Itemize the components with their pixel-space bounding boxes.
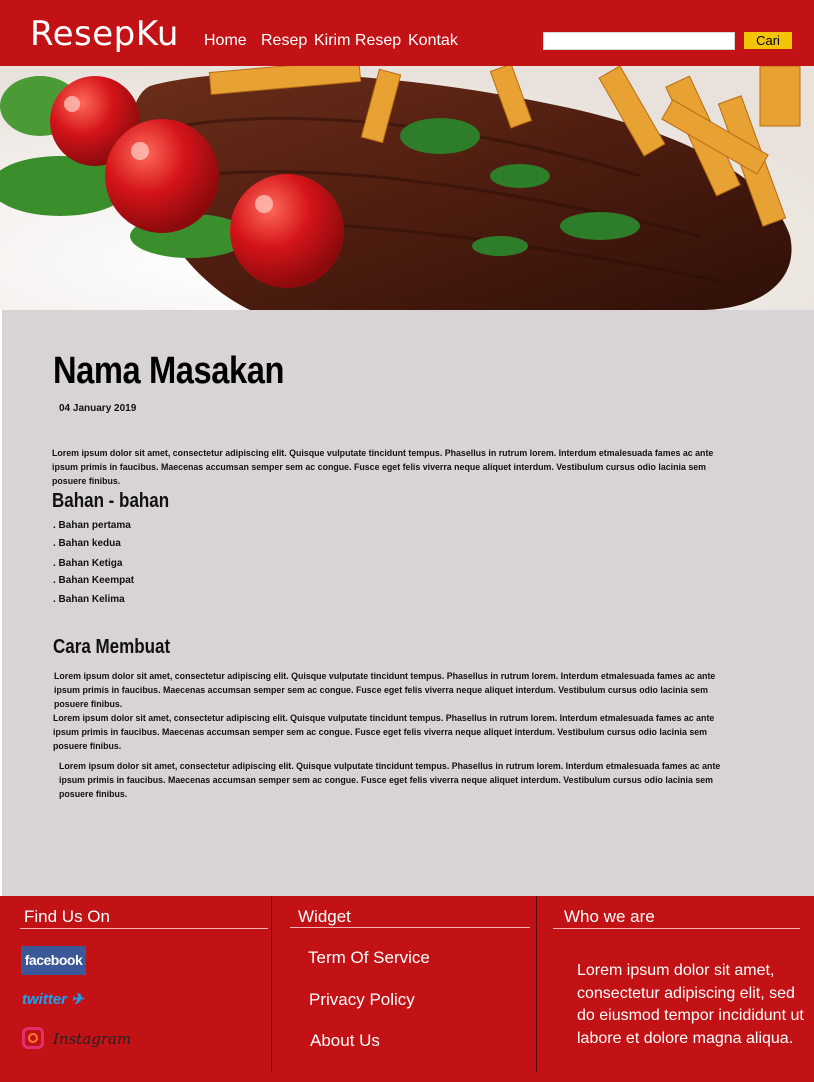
ingredient-item: . Bahan Keempat	[53, 575, 135, 586]
site-header: ResepKu Home Resep Kirim Resep Kontak Ca…	[0, 0, 814, 66]
instagram-icon[interactable]	[22, 1027, 44, 1049]
ingredients-heading: Bahan - bahan	[52, 490, 170, 512]
ingredient-item: . Bahan Kelima	[53, 594, 125, 605]
recipe-title: Nama Masakan	[53, 350, 284, 392]
twitter-label: twitter	[22, 991, 67, 1008]
recipe-content: Nama Masakan 04 January 2019 Lorem ipsum…	[2, 310, 814, 896]
about-us-link[interactable]: About Us	[310, 1031, 380, 1051]
step-paragraph: Lorem ipsum dolor sit amet, consectetur …	[54, 671, 716, 710]
terms-of-service-link[interactable]: Term Of Service	[308, 948, 430, 968]
step-paragraph: Lorem ipsum dolor sit amet, consectetur …	[59, 761, 721, 800]
nav-home-link[interactable]: Home	[204, 32, 247, 50]
ingredient-item: . Bahan Ketiga	[53, 558, 123, 569]
steak-illustration	[0, 66, 814, 310]
nav-resep-link[interactable]: Resep	[261, 32, 307, 50]
hero-image	[0, 66, 814, 310]
who-we-are-title: Who we are	[564, 907, 655, 926]
recipe-date: 04 January 2019	[59, 403, 137, 414]
twitter-link[interactable]: twitter ✈	[22, 990, 84, 1008]
ingredient-item: . Bahan kedua	[53, 538, 121, 549]
facebook-link[interactable]: facebook	[21, 946, 86, 975]
footer-divider	[20, 928, 268, 929]
site-logo[interactable]: ResepKu	[30, 14, 179, 54]
recipe-intro: Lorem ipsum dolor sit amet, consectetur …	[52, 448, 714, 487]
find-us-title: Find Us On	[24, 907, 110, 926]
ingredient-item: . Bahan pertama	[53, 520, 131, 531]
nav-kirim-resep-link[interactable]: Kirim Resep	[314, 32, 401, 50]
twitter-bird-icon: ✈	[67, 991, 84, 1008]
nav-kontak-link[interactable]: Kontak	[408, 32, 458, 50]
privacy-policy-link[interactable]: Privacy Policy	[309, 990, 415, 1010]
steps-heading: Cara Membuat	[53, 636, 171, 658]
search-button[interactable]: Cari	[744, 32, 792, 49]
widget-title: Widget	[298, 907, 351, 926]
step-paragraph: Lorem ipsum dolor sit amet, consectetur …	[53, 713, 715, 752]
footer-divider	[553, 928, 800, 929]
who-we-are-text: Lorem ipsum dolor sit amet, consectetur …	[577, 962, 804, 1047]
search-input[interactable]	[543, 32, 735, 50]
footer-divider	[290, 927, 530, 928]
instagram-link[interactable]: Instagram	[53, 1030, 131, 1048]
